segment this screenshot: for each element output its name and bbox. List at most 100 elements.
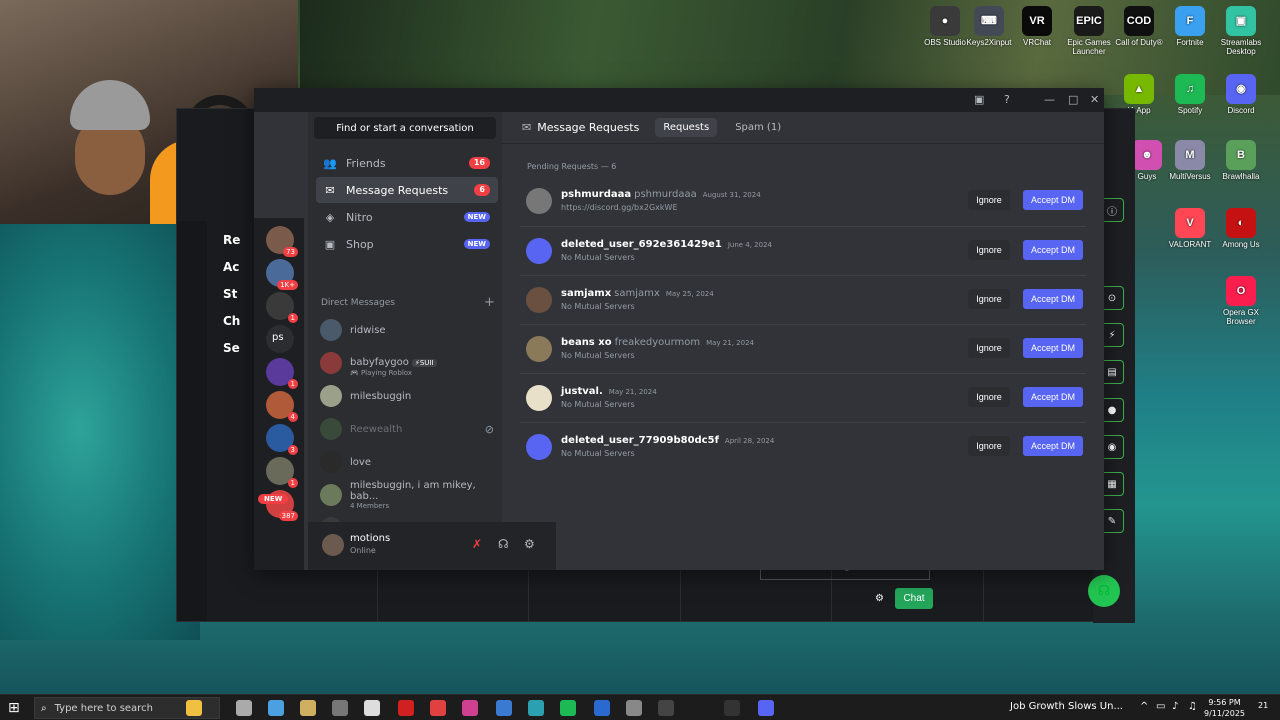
volume-icon[interactable]: ♫ <box>1188 701 1197 712</box>
clock[interactable]: 9:56 PM 9/11/2025 <box>1204 697 1245 719</box>
desktop-icon-label: Brawlhalla <box>1222 172 1260 181</box>
dm-item[interactable]: babyfaygoo ⚡SUII 🎮 Playing Roblox <box>316 348 498 378</box>
help-icon[interactable]: ? <box>1004 93 1010 106</box>
nav-item-shop[interactable]: ▣ Shop NEW <box>316 231 498 257</box>
tab-spam[interactable]: Spam (1) <box>727 118 789 137</box>
accept-dm-button[interactable]: Accept DM <box>1023 387 1083 407</box>
desktop-icon[interactable]: V VALORANT <box>1163 208 1217 249</box>
notepad-icon[interactable] <box>300 700 316 716</box>
copilot-icon[interactable] <box>268 700 284 716</box>
find-conversation-button[interactable]: Find or start a conversation <box>314 117 496 139</box>
dm-item[interactable]: Reewealth ⊘ <box>316 414 498 444</box>
request-subtext: No Mutual Servers <box>561 302 635 311</box>
bg-nav-item[interactable]: Ch <box>223 314 240 328</box>
server-icon[interactable]: 1K+ <box>266 259 298 290</box>
nav-item-friends[interactable]: 👥 Friends 16 <box>316 150 498 176</box>
discord-icon[interactable] <box>758 700 774 716</box>
mail-icon: ✉ <box>522 121 532 134</box>
accept-dm-button[interactable]: Accept DM <box>1023 289 1083 309</box>
dm-name: ridwise <box>350 324 386 336</box>
bg-nav-item[interactable]: St <box>223 287 237 301</box>
desktop-icon[interactable]: COD Call of Duty® <box>1112 6 1166 47</box>
headset-icon[interactable]: ☊ <box>1088 575 1120 607</box>
bg-nav-item[interactable]: Se <box>223 341 240 355</box>
server-icon[interactable]: 73 <box>266 226 298 257</box>
server-icon[interactable]: 1 <box>266 457 298 488</box>
news-widget[interactable]: Job Growth Slows Un... <box>1010 701 1123 712</box>
gear-icon[interactable]: ⚙ <box>875 593 884 604</box>
task-view-icon[interactable] <box>236 700 252 716</box>
server-icon[interactable]: 1 <box>266 358 298 389</box>
mic-icon[interactable]: ♪ <box>1172 701 1178 712</box>
plus-icon[interactable]: + <box>484 295 495 310</box>
windows-start-icon[interactable]: ⊞ <box>8 700 20 716</box>
headphones-icon[interactable]: ☊ <box>498 537 509 551</box>
notification-count[interactable]: 21 <box>1258 701 1268 710</box>
accept-dm-button[interactable]: Accept DM <box>1023 190 1083 210</box>
desktop-icon[interactable]: F Fortnite <box>1163 6 1217 47</box>
minimize-icon[interactable]: — <box>1044 93 1055 106</box>
server-icon[interactable]: ps <box>266 325 294 353</box>
app-icon[interactable] <box>364 700 380 716</box>
dm-item[interactable]: milesbuggin, i am mikey, bab... 4 Members <box>316 480 498 510</box>
nav-item-nitro[interactable]: ◈ Nitro NEW <box>316 204 498 230</box>
ignore-button[interactable]: Ignore <box>968 338 1010 358</box>
folder-icon[interactable] <box>332 700 348 716</box>
desktop-icon[interactable]: VR VRChat <box>1010 6 1064 47</box>
network-icon[interactable]: ▭ <box>1156 701 1165 712</box>
bg-nav-item[interactable]: Ac <box>223 260 239 274</box>
settings-icon[interactable]: ⚙ <box>524 537 535 551</box>
youtube-icon[interactable] <box>462 700 478 716</box>
desktop-icon[interactable]: ♫ Spotify <box>1163 74 1217 115</box>
server-icon[interactable]: 3 <box>266 424 298 455</box>
outlook-icon[interactable] <box>626 700 642 716</box>
ignore-button[interactable]: Ignore <box>968 190 1010 210</box>
chevron-up-icon[interactable]: ^ <box>1140 701 1148 712</box>
user-panel: motions Online ✗ ☊ ⚙ <box>308 522 556 570</box>
bg-nav-item[interactable]: Re <box>223 233 240 247</box>
maximize-icon[interactable]: □ <box>1068 93 1078 106</box>
close-icon[interactable]: ✕ <box>1090 93 1099 106</box>
desktop-icon[interactable]: ◉ Discord <box>1214 74 1268 115</box>
avatar <box>526 287 552 313</box>
clock-date: 9/11/2025 <box>1204 709 1246 718</box>
spotify-icon[interactable] <box>594 700 610 716</box>
accept-dm-button[interactable]: Accept DM <box>1023 240 1083 260</box>
store-icon[interactable] <box>528 700 544 716</box>
inbox-icon[interactable]: ▣ <box>974 93 984 106</box>
dm-item[interactable]: love <box>316 447 498 477</box>
accept-dm-button[interactable]: Accept DM <box>1023 338 1083 358</box>
desktop-icon[interactable]: ⌨ Keys2Xinput <box>962 6 1016 47</box>
desktop-icon[interactable]: ▣ Streamlabs Desktop <box>1214 6 1268 56</box>
ignore-button[interactable]: Ignore <box>968 436 1010 456</box>
server-icon[interactable]: 4 <box>266 391 298 422</box>
accept-dm-button[interactable]: Accept DM <box>1023 436 1083 456</box>
dm-item[interactable]: milesbuggin <box>316 381 498 411</box>
edge-icon[interactable] <box>560 700 576 716</box>
desktop-icon[interactable]: M MultiVersus <box>1163 140 1217 181</box>
chat-button[interactable]: Chat <box>895 588 933 609</box>
desktop-icon[interactable]: EPIC Epic Games Launcher <box>1062 6 1116 56</box>
desktop-icon[interactable]: ◐ Among Us <box>1214 208 1268 249</box>
sparkle-icon[interactable] <box>186 700 202 716</box>
server-list: 73 1K+ 1 ps 1 4 3 1 387 NEW <box>254 218 304 570</box>
ignore-button[interactable]: Ignore <box>968 387 1010 407</box>
nav-item-message-requests[interactable]: ✉ Message Requests 6 <box>316 177 498 203</box>
capture-icon[interactable] <box>658 700 674 716</box>
desktop-icon[interactable]: O Opera GX Browser <box>1214 276 1268 326</box>
block-icon[interactable]: ⊘ <box>485 423 494 436</box>
background-app-rail <box>177 221 207 621</box>
desktop-icon[interactable]: B Brawlhalla <box>1214 140 1268 181</box>
epic-icon[interactable] <box>724 700 740 716</box>
docs-icon[interactable] <box>398 700 414 716</box>
avatar[interactable] <box>322 534 344 556</box>
dm-item[interactable]: ridwise <box>316 315 498 345</box>
server-badge: 4 <box>287 412 298 422</box>
server-icon[interactable]: 1 <box>266 292 298 323</box>
tab-requests[interactable]: Requests <box>655 118 718 137</box>
opera-icon[interactable] <box>430 700 446 716</box>
instagram-icon[interactable] <box>496 700 512 716</box>
mute-mic-icon[interactable]: ✗ <box>472 537 482 551</box>
ignore-button[interactable]: Ignore <box>968 289 1010 309</box>
ignore-button[interactable]: Ignore <box>968 240 1010 260</box>
